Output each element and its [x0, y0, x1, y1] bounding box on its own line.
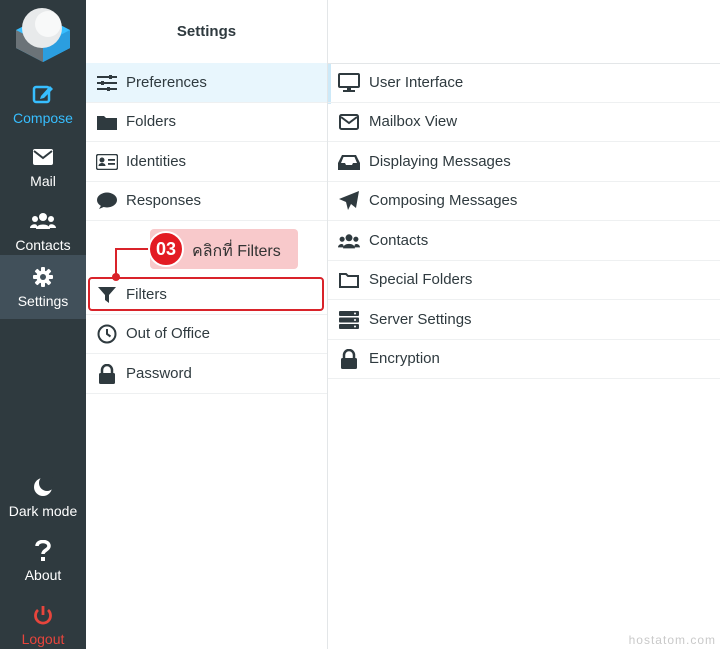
nav-contacts-label: Contacts	[15, 237, 71, 253]
preferences-header	[328, 0, 720, 64]
settings-item-preferences[interactable]: Preferences	[86, 63, 327, 103]
annotation-highlight-box	[88, 277, 324, 311]
preferences-sections: User Interface Mailbox View Displaying M…	[328, 0, 720, 649]
nav-compose-label: Compose	[13, 110, 73, 126]
nav-dark-mode[interactable]: Dark mode	[0, 465, 86, 529]
section-server-settings[interactable]: Server Settings	[328, 300, 720, 340]
nav-about-label: About	[24, 567, 62, 583]
settings-item-label: Password	[126, 365, 192, 382]
folder-icon	[96, 112, 118, 132]
section-label: Composing Messages	[369, 192, 518, 209]
nav-contacts[interactable]: Contacts	[0, 199, 86, 263]
settings-item-label: Preferences	[126, 74, 207, 91]
envelope-icon	[32, 145, 54, 169]
settings-item-label: Out of Office	[126, 325, 210, 342]
settings-item-label: Identities	[126, 153, 187, 170]
lock-icon	[96, 363, 118, 384]
moon-icon	[33, 475, 53, 499]
settings-item-label: Responses	[126, 192, 202, 209]
nav-about[interactable]: About	[0, 529, 86, 593]
settings-item-identities[interactable]: Identities	[86, 142, 327, 182]
section-displaying-messages[interactable]: Displaying Messages	[328, 142, 720, 182]
clock-icon	[96, 324, 118, 344]
section-label: Special Folders	[369, 271, 473, 288]
settings-item-password[interactable]: Password	[86, 354, 327, 394]
inbox-icon	[338, 152, 360, 172]
settings-title: Settings	[86, 0, 327, 64]
settings-list: Settings Preferences Folders Identities …	[86, 0, 328, 649]
gear-icon	[33, 265, 53, 289]
app-logo[interactable]	[10, 4, 76, 64]
settings-item-responses[interactable]: Responses	[86, 181, 327, 221]
app-window: Compose Mail Contacts Settings Dark mode	[0, 0, 720, 649]
settings-item-label: Folders	[126, 113, 177, 130]
annotation-connector-line	[115, 248, 151, 278]
users-icon	[30, 209, 56, 233]
settings-item-folders[interactable]: Folders	[86, 102, 327, 142]
section-label: Encryption	[369, 350, 440, 367]
users-icon	[338, 231, 360, 251]
nav-settings[interactable]: Settings	[0, 255, 86, 319]
power-icon	[33, 603, 53, 627]
lock-icon	[338, 348, 360, 369]
envelope-outline-icon	[338, 112, 360, 132]
settings-item-out-of-office[interactable]: Out of Office	[86, 314, 327, 354]
pencil-square-icon	[32, 82, 54, 106]
nav-compose[interactable]: Compose	[0, 72, 86, 136]
section-label: Server Settings	[369, 311, 472, 328]
folder-outline-icon	[338, 270, 360, 290]
comment-icon	[96, 191, 118, 211]
section-label: User Interface	[369, 74, 464, 91]
section-contacts[interactable]: Contacts	[328, 221, 720, 261]
sliders-icon	[96, 73, 118, 93]
nav-mail-label: Mail	[30, 173, 56, 189]
annotation-text: คลิกที่ Filters	[192, 243, 281, 260]
section-mailbox-view[interactable]: Mailbox View	[328, 102, 720, 142]
paper-plane-icon	[338, 190, 360, 211]
nav-logout-label: Logout	[21, 631, 65, 647]
server-icon	[338, 310, 360, 330]
section-special-folders[interactable]: Special Folders	[328, 260, 720, 300]
nav-logout[interactable]: Logout	[0, 593, 86, 649]
annotation-step-number: 03	[148, 231, 184, 267]
watermark: hostatom.com	[628, 633, 716, 647]
section-user-interface[interactable]: User Interface	[328, 63, 720, 103]
section-encryption[interactable]: Encryption	[328, 339, 720, 379]
nav-dark-mode-label: Dark mode	[8, 503, 78, 519]
nav-mail[interactable]: Mail	[0, 135, 86, 199]
main-nav: Compose Mail Contacts Settings Dark mode	[0, 0, 86, 649]
section-label: Contacts	[369, 232, 429, 249]
id-card-icon	[96, 152, 118, 172]
question-icon	[35, 539, 51, 563]
section-composing-messages[interactable]: Composing Messages	[328, 181, 720, 221]
monitor-icon	[338, 72, 360, 93]
section-label: Displaying Messages	[369, 153, 511, 170]
section-label: Mailbox View	[369, 113, 458, 130]
nav-settings-label: Settings	[17, 293, 69, 309]
